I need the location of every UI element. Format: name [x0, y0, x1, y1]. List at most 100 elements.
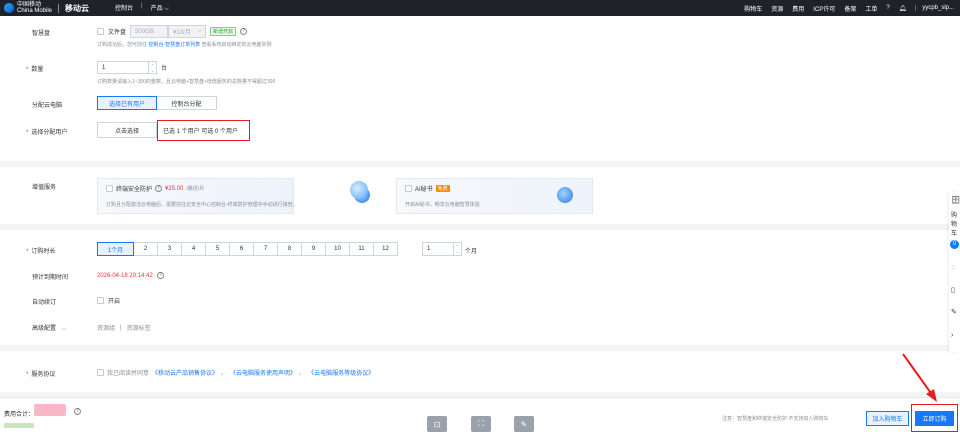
- bell-icon[interactable]: 🔔︎: [899, 5, 907, 12]
- cart-icon[interactable]: 🗄︎: [951, 196, 960, 204]
- order-footer: 费用合计： ? ⊡ ⛶ ✎ 注意：智慧盘和终端安全防护 不支持加入购物车 加入购…: [0, 397, 960, 432]
- nav-cart[interactable]: 购物车: [744, 4, 762, 13]
- decrement-icon: ⌄: [150, 67, 155, 73]
- status-badge: 新增开启: [210, 27, 237, 36]
- smart-disk-order-link[interactable]: 控制台-智慧盘订单列表: [148, 42, 200, 48]
- config-panel: 智慧盘 文件盘 500GB ¥10/月 ⌵ 新增开启 ? 订购成功后，您可前往 控…: [0, 16, 960, 161]
- duration-4m[interactable]: 4: [182, 242, 206, 256]
- assign-label: 分配云电脑: [32, 103, 63, 109]
- duration-7m[interactable]: 7: [254, 242, 278, 256]
- nav-icp[interactable]: ICP许可: [813, 4, 835, 13]
- total-label: 费用合计：: [4, 412, 35, 418]
- help-icon[interactable]: ?: [240, 28, 248, 35]
- duration-label: * 订购时长: [26, 249, 56, 255]
- cart-note: 注意：智慧盘和终端安全防护 不支持加入购物车: [722, 416, 829, 422]
- choose-user-label: * 选择分配用户: [26, 130, 68, 136]
- security-checkbox[interactable]: [106, 185, 113, 192]
- resource-tag-link[interactable]: 资源标签: [127, 323, 151, 332]
- custom-duration-stepper[interactable]: 1 ⌃ ⌄: [422, 242, 462, 256]
- help-icon[interactable]: ?: [886, 5, 889, 11]
- nav-filing[interactable]: 备案: [844, 4, 856, 13]
- fit-screen-icon[interactable]: ⊡: [427, 416, 447, 432]
- duration-5m[interactable]: 5: [206, 242, 230, 256]
- duration-8m[interactable]: 8: [278, 242, 302, 256]
- help-icon[interactable]: ?: [155, 185, 163, 192]
- duration-10m[interactable]: 10: [326, 242, 350, 256]
- total-amount-redacted: [34, 404, 66, 416]
- user-account[interactable]: yycpb_slp...: [915, 5, 954, 11]
- collapse-icon[interactable]: ›: [951, 332, 953, 339]
- edit-icon[interactable]: ✎: [951, 308, 957, 316]
- logo[interactable]: 中国移动 China Mobile 移动云: [4, 2, 89, 14]
- highlight-box: [157, 120, 250, 141]
- ai-secretary-card[interactable]: AI秘书 免费 开启AI秘书，畅享云电脑智慧体验: [396, 178, 593, 214]
- fullscreen-icon[interactable]: ⛶: [471, 416, 491, 432]
- smart-disk-label: 智慧盘: [32, 31, 51, 37]
- sla-link[interactable]: 《云电脑服务等级协议》: [308, 368, 374, 377]
- smart-disk-hint: 订购成功后，您可前往 控制台-智慧盘订单列表 查看系统启动绑定的云电脑实例: [97, 42, 272, 48]
- resource-group-link[interactable]: 资源组: [97, 323, 115, 332]
- duration-9m[interactable]: 9: [302, 242, 326, 256]
- book-icon[interactable]: ▯: [951, 286, 955, 294]
- custom-duration-unit: 个月: [465, 249, 478, 255]
- nav-console[interactable]: 控制台: [115, 3, 133, 13]
- duration-2m[interactable]: 2: [134, 242, 158, 256]
- assign-existing-user-option[interactable]: 选择已有用户: [97, 96, 157, 110]
- duration-11m[interactable]: 11: [350, 242, 374, 256]
- file-disk-checkbox[interactable]: [97, 28, 104, 35]
- security-price-unit: /路径/月: [186, 186, 205, 192]
- brand-name: 移动云: [65, 3, 90, 13]
- assign-console-option[interactable]: 控制台分配: [157, 96, 217, 110]
- ai-secretary-checkbox[interactable]: [405, 185, 412, 192]
- nav-resources[interactable]: 资源: [771, 4, 783, 13]
- help-icon[interactable]: ?: [156, 272, 164, 279]
- file-disk-label: 文件盘: [108, 30, 127, 36]
- duration-3m[interactable]: 3: [158, 242, 182, 256]
- nav-ticket[interactable]: 工单: [865, 4, 877, 13]
- agreement-checkbox[interactable]: [97, 369, 104, 376]
- disk-size-select[interactable]: 500GB: [130, 25, 169, 38]
- free-tag: 免费: [435, 185, 450, 192]
- sales-agreement-link[interactable]: 《移动云产品销售协议》: [152, 368, 218, 377]
- security-service-card[interactable]: 终端安全防护 ? ¥25.00/路径/月 订购且分配激活云电脑后，需要前往云安全…: [97, 178, 370, 214]
- auto-renew-checkbox[interactable]: [97, 297, 104, 304]
- agreement-panel: * 服务协议 我已阅读并同意 《移动云产品销售协议》 、 《云电脑服务使用声明》 …: [0, 351, 960, 392]
- nav-separator: |: [141, 3, 143, 9]
- quantity-stepper[interactable]: 1 ⌃ ⌄: [97, 61, 157, 74]
- divider: |: [120, 324, 122, 331]
- nav-billing[interactable]: 费用: [792, 4, 804, 13]
- china-mobile-logo-icon: [4, 3, 14, 13]
- customer-service-icon[interactable]: ◌: [951, 264, 955, 271]
- logo-text: 中国移动 China Mobile: [17, 2, 53, 14]
- auto-renew-label: 自动续订: [32, 300, 57, 306]
- assign-mode-segmented: 选择已有用户 控制台分配: [97, 96, 217, 110]
- disk-price-select[interactable]: ¥10/月 ⌵: [168, 25, 207, 38]
- agreement-label: * 服务协议: [26, 372, 56, 378]
- add-to-cart-button[interactable]: 加入购物车: [866, 411, 909, 426]
- floating-toolbar: 🗄︎ 购 物 车 0 ◌ ▯ ✎ ›: [949, 192, 960, 352]
- duration-options: 1个月 2 3 4 5 6 7 8 9 10 11 12: [97, 242, 398, 256]
- quantity-label: * 数量: [26, 67, 44, 73]
- usage-statement-link[interactable]: 《云电脑服务使用声明》: [230, 368, 296, 377]
- float-cart-label-3: 车: [951, 231, 958, 237]
- duration-1m[interactable]: 1个月: [97, 242, 134, 256]
- top-nav-bar: 中国移动 China Mobile 移动云 控制台 | 产品 ⌵ 购物车 资源 …: [0, 0, 960, 16]
- duration-6m[interactable]: 6: [230, 242, 254, 256]
- divider: [58, 3, 60, 13]
- help-icon[interactable]: ?: [74, 408, 81, 415]
- float-cart-label-1: 购: [951, 213, 958, 219]
- duration-12m[interactable]: 12: [374, 242, 398, 256]
- advanced-config-toggle[interactable]: 高级配置 ⌵: [32, 323, 66, 333]
- edit-screen-icon[interactable]: ✎: [514, 416, 534, 432]
- float-cart-label-2: 物: [951, 222, 958, 228]
- ai-secretary-desc: 开启AI秘书，畅享云电脑智慧体验: [405, 202, 480, 208]
- nav-products[interactable]: 产品 ⌵: [151, 3, 169, 13]
- discount-info-redacted: [4, 423, 34, 428]
- security-desc: 订购且分配激活云电脑后，需要前往云安全中心控制台-终端防护管理中手动进行接管。: [106, 202, 298, 208]
- duration-panel: * 订购时长 1个月 2 3 4 5 6 7 8 9 10 11 12 1 ⌃ ⌄ …: [0, 230, 960, 345]
- cart-count-badge: 0: [950, 240, 959, 249]
- agreement-prefix: 我已阅读并同意: [107, 371, 150, 377]
- annotation-arrow: [902, 353, 937, 402]
- select-user-button[interactable]: 点击选择: [97, 122, 157, 138]
- auto-renew-option: 开启: [108, 299, 121, 305]
